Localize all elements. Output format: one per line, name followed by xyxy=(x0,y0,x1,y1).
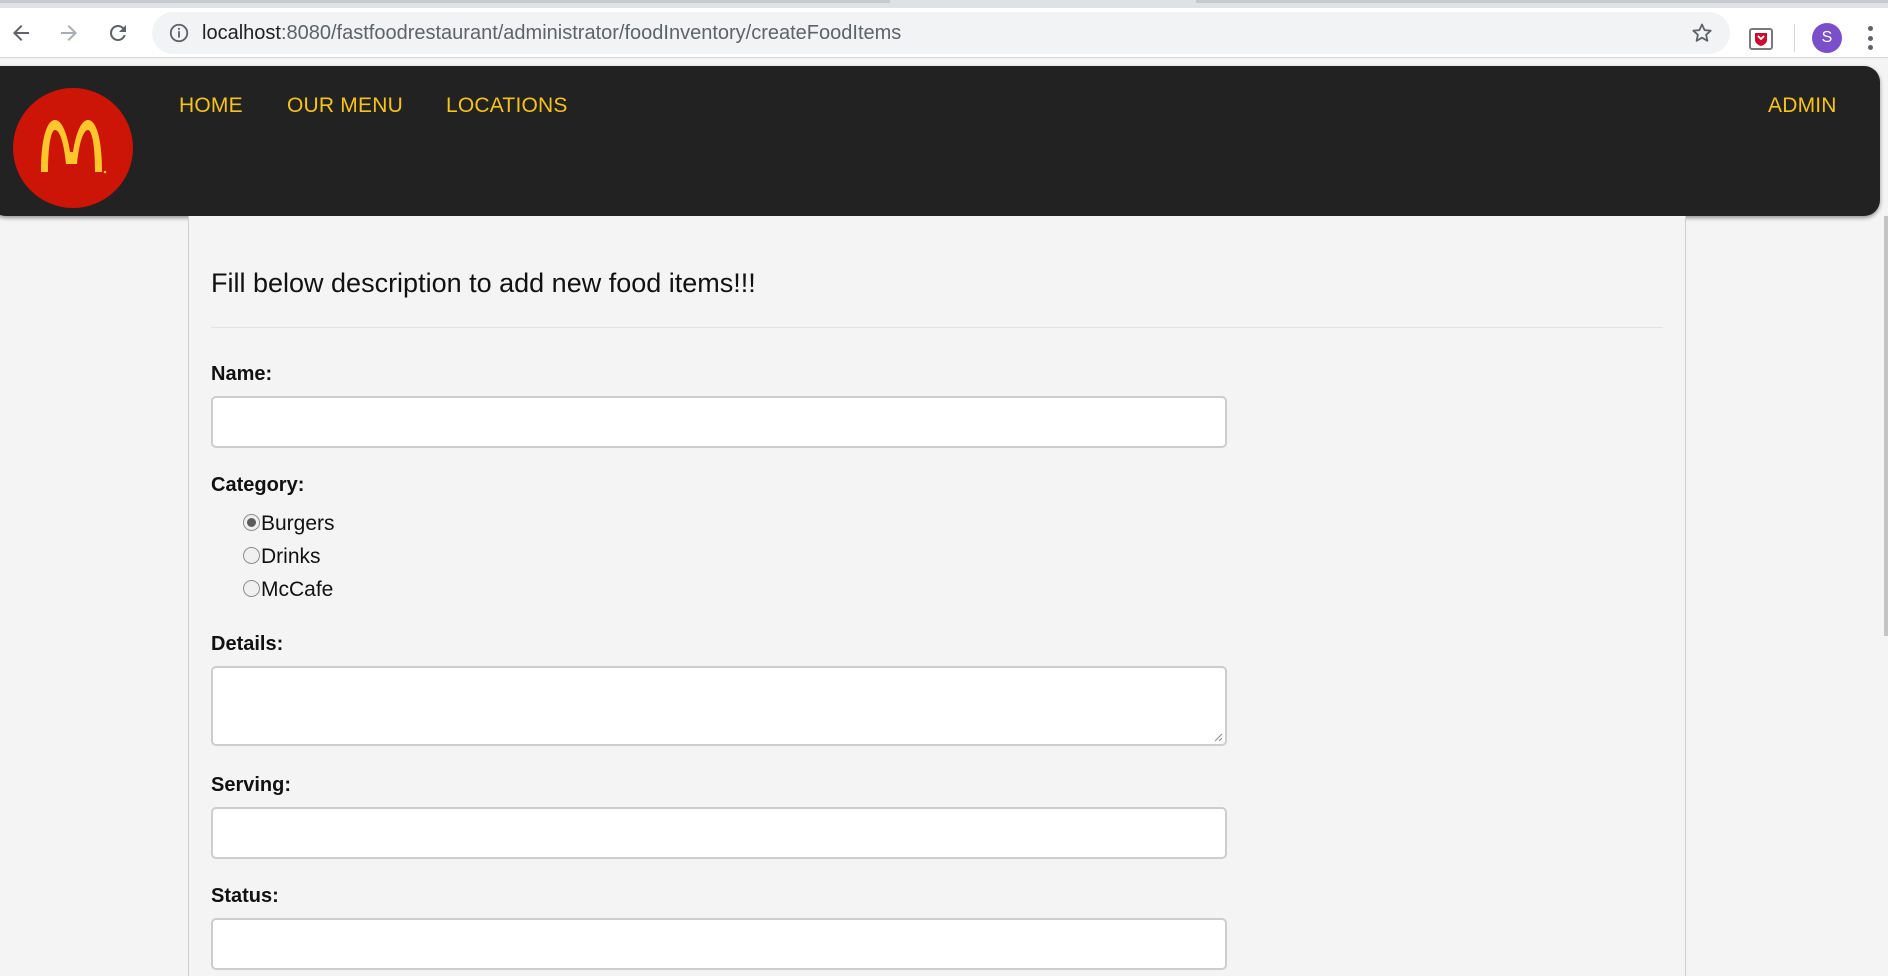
page-scrollbar[interactable] xyxy=(1884,216,1888,636)
address-bar[interactable]: localhost:8080/fastfoodrestaurant/admini… xyxy=(152,12,1730,54)
tab-strip xyxy=(0,0,1888,8)
radio-burgers-label: Burgers xyxy=(261,512,335,535)
kebab-menu-icon[interactable] xyxy=(1868,26,1874,50)
url-path: :8080/fastfoodrestaurant/administrator/f… xyxy=(280,22,902,44)
site-header: HOME OUR MENU LOCATIONS ADMIN xyxy=(0,66,1880,216)
url-text[interactable]: localhost:8080/fastfoodrestaurant/admini… xyxy=(202,22,901,45)
nav-admin-link[interactable]: ADMIN xyxy=(1768,94,1837,118)
radio-drinks-label: Drinks xyxy=(261,545,321,568)
page-title: Fill below description to add new food i… xyxy=(211,268,756,298)
extension-shield-icon[interactable] xyxy=(1748,26,1774,52)
name-input[interactable] xyxy=(211,396,1227,448)
category-option-drinks[interactable]: Drinks xyxy=(243,545,321,569)
form-container: Fill below description to add new food i… xyxy=(188,216,1686,976)
nav-home-link[interactable]: HOME xyxy=(179,94,243,118)
radio-drinks[interactable] xyxy=(243,546,260,564)
category-label: Category: xyxy=(211,474,305,496)
details-textarea[interactable] xyxy=(211,666,1227,746)
star-icon[interactable] xyxy=(1690,21,1714,45)
resize-grip-icon[interactable] xyxy=(1213,732,1223,742)
url-host: localhost xyxy=(202,22,281,44)
golden-arches-logo[interactable] xyxy=(13,88,133,208)
toolbar-divider xyxy=(1794,24,1795,52)
nav-locations-link[interactable]: LOCATIONS xyxy=(446,94,568,118)
serving-input[interactable] xyxy=(211,807,1227,859)
reload-icon[interactable] xyxy=(103,18,133,48)
back-arrow-icon[interactable] xyxy=(6,18,36,48)
status-label: Status: xyxy=(211,885,279,907)
radio-burgers[interactable] xyxy=(243,513,260,531)
serving-label: Serving: xyxy=(211,774,292,796)
name-label: Name: xyxy=(211,363,273,385)
nav-our-menu-link[interactable]: OUR MENU xyxy=(287,94,403,118)
heading-divider xyxy=(211,327,1663,328)
browser-toolbar: localhost:8080/fastfoodrestaurant/admini… xyxy=(0,8,1888,58)
tab-strip-edge xyxy=(0,0,890,3)
forward-arrow-icon[interactable] xyxy=(54,18,84,48)
status-input[interactable] xyxy=(211,918,1227,970)
tab-strip-edge xyxy=(1196,0,1888,3)
radio-mccafe-label: McCafe xyxy=(261,578,334,601)
radio-mccafe[interactable] xyxy=(243,579,260,597)
details-label: Details: xyxy=(211,633,284,655)
profile-avatar[interactable]: S xyxy=(1812,23,1842,53)
category-option-burgers[interactable]: Burgers xyxy=(243,512,335,536)
info-icon[interactable] xyxy=(168,22,190,44)
category-option-mccafe[interactable]: McCafe xyxy=(243,578,333,602)
